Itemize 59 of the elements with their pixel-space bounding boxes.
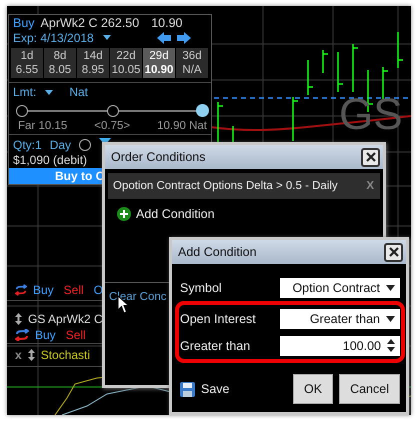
dialog-title: Order Conditions [111, 150, 206, 164]
dropdown[interactable]: Option Contract [280, 278, 400, 298]
expiration-tile[interactable]: 36d N/A [176, 48, 208, 78]
panel-title: GS AprWk2 C [28, 312, 103, 326]
expiration-tile[interactable]: 29d 10.90 [143, 48, 175, 78]
expiration-tile[interactable]: 1d 6.55 [11, 48, 43, 78]
close-button[interactable] [384, 242, 403, 262]
expiration-tile[interactable]: 22d 10.05 [110, 48, 142, 78]
order-cost: $1,090 (debit) [13, 153, 88, 168]
limit-dropdown[interactable]: Lmt: [13, 85, 36, 100]
sell-link[interactable]: Sell [66, 328, 86, 342]
dialog-button[interactable]: OK [293, 374, 334, 404]
remove-study-button[interactable]: x [15, 348, 22, 362]
dropdown[interactable]: Greater than [280, 308, 400, 328]
expiration-dropdown[interactable]: Exp: 4/13/2018 [13, 30, 94, 45]
spin-down-icon[interactable] [387, 347, 395, 352]
sell-link[interactable]: Sell [64, 283, 84, 297]
caret-icon [386, 316, 395, 322]
sort-icon[interactable] [15, 313, 22, 325]
expiration-tile[interactable]: 14d 8.95 [77, 48, 109, 78]
plus-icon [117, 207, 131, 221]
expiration-tile[interactable]: 8d 8.05 [44, 48, 76, 78]
field-label: Greater than [180, 338, 250, 352]
caret-icon [386, 284, 395, 290]
left-arrow-icon[interactable] [157, 32, 171, 44]
order-side: Buy [13, 16, 35, 30]
save-link[interactable]: Save [180, 382, 230, 396]
buy-link[interactable]: Buy [35, 328, 56, 342]
close-icon [366, 152, 376, 162]
sort-icon[interactable] [28, 349, 35, 361]
duration-dropdown[interactable]: Day [50, 138, 72, 152]
slider-label: 10.90 Nat [157, 120, 207, 132]
study-name: Stochasti [40, 348, 90, 362]
right-arrow-icon[interactable] [177, 32, 191, 44]
close-icon [388, 247, 398, 257]
quantity-field[interactable]: Qty:1 [13, 138, 42, 152]
add-condition-link[interactable]: Add Condition [117, 207, 383, 221]
panel-link[interactable]: O [94, 283, 103, 297]
radio-button[interactable] [79, 139, 92, 152]
order-price: 10.90 [151, 16, 182, 30]
caret-icon [102, 35, 111, 40]
contract-name: AprWk2 C 262.50 [40, 16, 140, 30]
swap-icon[interactable] [15, 329, 29, 341]
close-button[interactable] [361, 148, 380, 166]
dialog-title: Add Condition [178, 245, 257, 259]
slider-label: <0.75> [94, 120, 130, 132]
field-label: Open Interest [180, 312, 256, 326]
field-label: Symbol [180, 280, 222, 294]
limit-type: Nat [69, 85, 88, 100]
price-slider[interactable] [15, 104, 210, 118]
buy-link[interactable]: Buy [32, 283, 54, 297]
slider-label: Far 10.15 [18, 120, 68, 132]
condition-row[interactable]: Opotion Contract Options Delta > 0.5 - Daily X [108, 173, 380, 199]
spin-up-icon[interactable] [387, 339, 395, 344]
caret-icon [45, 90, 54, 95]
swap-icon[interactable] [15, 284, 27, 296]
number-field[interactable]: 100.00 [280, 336, 400, 356]
dialog-button[interactable]: Cancel [339, 374, 400, 404]
slider-thumb[interactable] [196, 104, 209, 117]
